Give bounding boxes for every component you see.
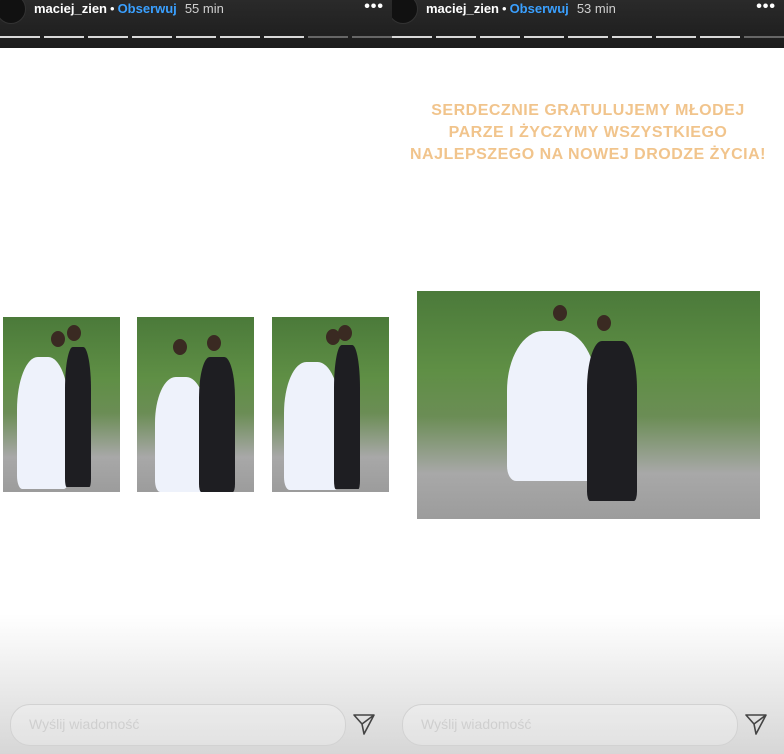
progress-segment [700, 36, 740, 38]
greeting-line: SERDECZNIE GRATULUJEMY MŁODEJ [431, 102, 745, 119]
progress-segment [392, 36, 432, 38]
head [553, 305, 567, 321]
story-content [0, 48, 392, 754]
message-input[interactable]: Wyślij wiadomość [402, 704, 738, 746]
post-time: 53 min [576, 1, 616, 16]
progress-segment [264, 36, 304, 38]
wedding-photo-3 [272, 317, 389, 492]
story-content: SERDECZNIE GRATULUJEMY MŁODEJ PARZE I ŻY… [392, 48, 784, 754]
separator: • [110, 1, 115, 16]
post-time: 55 min [184, 1, 224, 16]
head [338, 325, 352, 341]
groom-figure [199, 357, 235, 492]
head [173, 339, 187, 355]
username[interactable]: maciej_zien [426, 1, 499, 16]
story-pane-left[interactable]: maciej_zien • Obserwuj 55 min ••• Wyślij… [0, 0, 392, 754]
progress-segment [44, 36, 84, 38]
wedding-photo-large [417, 291, 760, 519]
progress-segment [656, 36, 696, 38]
story-progress [0, 36, 392, 39]
story-header: maciej_zien • Obserwuj 53 min ••• [392, 0, 784, 48]
progress-segment [220, 36, 260, 38]
message-placeholder: Wyślij wiadomość [421, 716, 532, 732]
follow-button[interactable]: Obserwuj [118, 1, 177, 16]
progress-segment [0, 36, 40, 38]
message-placeholder: Wyślij wiadomość [29, 716, 140, 732]
bride-figure [17, 357, 69, 489]
wedding-photo-2 [137, 317, 254, 492]
progress-segment [744, 36, 784, 38]
paper-plane-icon[interactable] [744, 712, 768, 742]
greeting-line: PARZE I ŻYCZYMY WSZYSTKIEGO [448, 124, 728, 141]
message-input[interactable]: Wyślij wiadomość [10, 704, 346, 746]
progress-segment [568, 36, 608, 38]
bride-figure [284, 362, 340, 490]
progress-segment [352, 36, 392, 38]
progress-segment [308, 36, 348, 38]
progress-segment [88, 36, 128, 38]
avatar[interactable] [0, 0, 26, 24]
wedding-photo-1 [3, 317, 120, 492]
progress-segment [524, 36, 564, 38]
progress-segment [436, 36, 476, 38]
greeting-text: SERDECZNIE GRATULUJEMY MŁODEJ PARZE I ŻY… [392, 100, 784, 166]
avatar[interactable] [392, 0, 418, 24]
separator: • [502, 1, 507, 16]
username[interactable]: maciej_zien [34, 1, 107, 16]
paper-plane-icon[interactable] [352, 712, 376, 742]
progress-segment [176, 36, 216, 38]
bride-figure [507, 331, 597, 481]
more-options-icon[interactable]: ••• [364, 0, 384, 16]
story-progress [392, 36, 784, 39]
progress-segment [132, 36, 172, 38]
head [67, 325, 81, 341]
more-options-icon[interactable]: ••• [756, 0, 776, 16]
head [597, 315, 611, 331]
progress-segment [480, 36, 520, 38]
follow-button[interactable]: Obserwuj [510, 1, 569, 16]
story-header: maciej_zien • Obserwuj 55 min ••• [0, 0, 392, 48]
groom-figure [587, 341, 637, 501]
story-pane-right[interactable]: maciej_zien • Obserwuj 53 min ••• SERDECZNI… [392, 0, 784, 754]
greeting-line: NAJLEPSZEGO NA NOWEJ DRODZE ŻYCIA! [410, 146, 766, 163]
groom-figure [334, 345, 360, 489]
groom-figure [65, 347, 91, 487]
head [51, 331, 65, 347]
progress-segment [612, 36, 652, 38]
head [207, 335, 221, 351]
